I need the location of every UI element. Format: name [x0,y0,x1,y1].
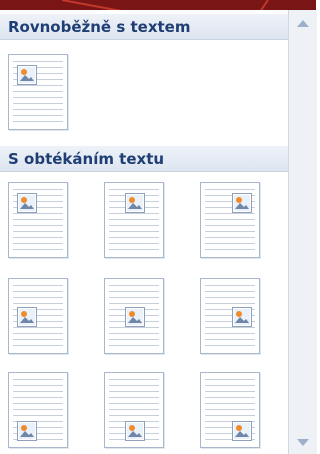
option-top-center[interactable] [104,182,164,258]
picture-icon [125,307,145,327]
picture-icon [17,421,37,441]
picture-icon [232,193,252,213]
vertical-scrollbar[interactable] [288,10,317,454]
option-bottom-left[interactable] [8,372,68,448]
scroll-up-arrow-icon[interactable] [297,20,309,27]
option-top-left[interactable] [8,182,68,258]
position-gallery: Rovnoběžně s textem S obtékáním textu [0,10,289,454]
option-inline-with-text[interactable] [8,54,68,130]
option-middle-center[interactable] [104,278,164,354]
section-header-inline: Rovnoběžně s textem [0,14,288,40]
section-header-wrap: S obtékáním textu [0,146,288,172]
option-bottom-right[interactable] [200,372,260,448]
option-middle-left[interactable] [8,278,68,354]
picture-icon [125,193,145,213]
ribbon-top-bar [0,0,316,10]
picture-icon [125,421,145,441]
option-top-right[interactable] [200,182,260,258]
option-bottom-center[interactable] [104,372,164,448]
option-middle-right[interactable] [200,278,260,354]
picture-icon [232,421,252,441]
picture-icon [17,193,37,213]
picture-icon [17,307,37,327]
picture-icon [17,65,37,85]
scroll-down-arrow-icon[interactable] [297,439,309,446]
picture-icon [232,307,252,327]
